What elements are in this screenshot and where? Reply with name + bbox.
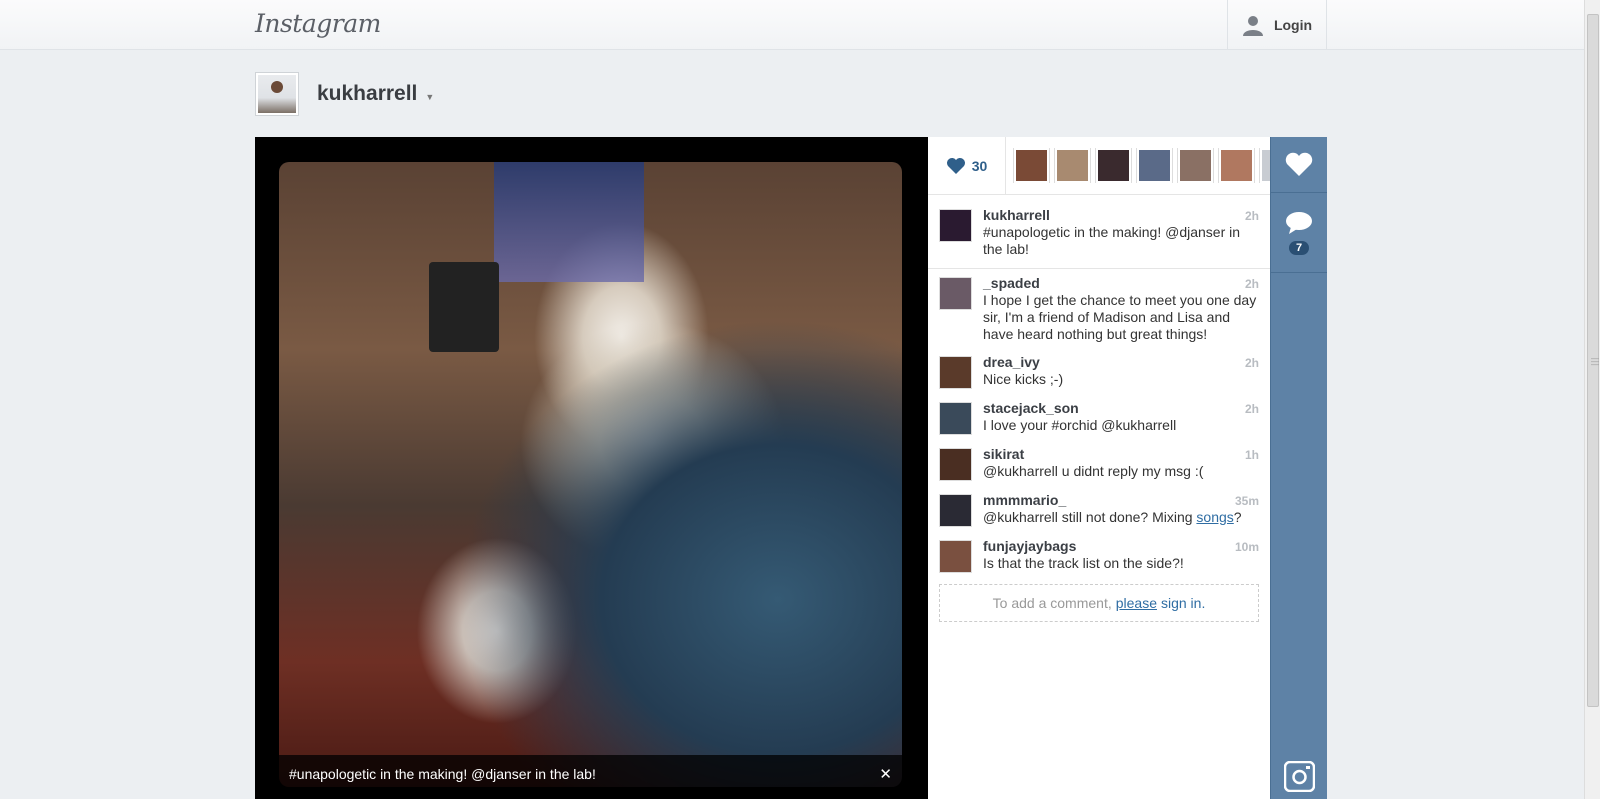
liker-avatar[interactable]	[1219, 148, 1254, 183]
photo-panel: #unapologetic in the making! @djanser in…	[255, 137, 928, 799]
comments-panel: 30 kukharrell 2h #unapologetic in the ma…	[928, 136, 1270, 799]
comment-text: I love your #orchid @kukharrell	[983, 417, 1177, 433]
likes-number: 30	[971, 157, 988, 174]
person-icon	[1242, 16, 1263, 36]
add-comment-box: To add a comment, please sign in.	[939, 584, 1259, 622]
photo-caption-bar: #unapologetic in the making! @djanser in…	[279, 755, 902, 793]
avatar[interactable]	[939, 209, 972, 242]
comment-username[interactable]: drea_ivy	[983, 354, 1040, 370]
top-header: Instagram Login	[0, 0, 1584, 50]
profile-username[interactable]: kukharrell	[317, 82, 417, 106]
comment-username[interactable]: funjayjaybags	[983, 538, 1076, 554]
list-item: funjayjaybags 10m Is that the track list…	[939, 538, 1259, 573]
comment-text: I hope I get the chance to meet you one …	[983, 292, 1257, 342]
songs-link[interactable]: songs	[1196, 509, 1233, 525]
dropdown-caret-icon[interactable]: ▼	[425, 92, 434, 102]
comments-list: _spaded 2h I hope I get the chance to me…	[928, 269, 1270, 573]
liker-avatar[interactable]	[1137, 148, 1172, 183]
list-item: drea_ivy 2h Nice kicks ;-)	[939, 354, 1259, 389]
please-link[interactable]: please	[1116, 595, 1157, 611]
comment-username[interactable]: kukharrell	[983, 207, 1050, 223]
list-item: _spaded 2h I hope I get the chance to me…	[939, 275, 1259, 343]
profile-avatar[interactable]	[255, 72, 299, 116]
likers-list	[1006, 148, 1270, 183]
comment-text-part: @kukharrell still not done? Mixing	[983, 509, 1197, 525]
photo-caption: #unapologetic in the making! @djanser in…	[289, 766, 596, 782]
comment-username[interactable]: _spaded	[983, 275, 1040, 291]
profile-row: kukharrell ▼	[255, 72, 434, 116]
comment-time: 2h	[1244, 356, 1259, 370]
comment-time: 2h	[1244, 277, 1259, 291]
close-icon[interactable]: ✕	[879, 765, 892, 783]
comment-username[interactable]: sikirat	[983, 446, 1024, 462]
login-button[interactable]: Login	[1227, 0, 1327, 50]
comment-time: 2h	[1244, 209, 1259, 223]
avatar[interactable]	[939, 494, 972, 527]
login-label: Login	[1273, 17, 1313, 33]
likes-row: 30	[928, 136, 1270, 195]
avatar[interactable]	[939, 356, 972, 389]
liker-avatar[interactable]	[1260, 148, 1270, 183]
comment-time: 2h	[1244, 402, 1259, 416]
comment-time: 10m	[1234, 540, 1259, 554]
comment-time: 35m	[1234, 494, 1259, 508]
avatar[interactable]	[939, 277, 972, 310]
liker-avatar[interactable]	[1014, 148, 1049, 183]
list-item: stacejack_son 2h I love your #orchid @ku…	[939, 400, 1259, 435]
list-item: sikirat 1h @kukharrell u didnt reply my …	[939, 446, 1259, 481]
scroll-grip-icon: — — —	[1591, 354, 1599, 369]
scrollbar[interactable]: — — —	[1584, 0, 1600, 799]
liker-avatar[interactable]	[1096, 148, 1131, 183]
caption-comment: kukharrell 2h #unapologetic in the makin…	[928, 195, 1270, 269]
comment-text: #unapologetic in the making! @djanser in…	[983, 224, 1241, 257]
speech-bubble-icon	[1286, 211, 1312, 234]
main-photo	[279, 162, 902, 787]
comment-text: Is that the track list on the side?!	[983, 555, 1184, 571]
heart-icon	[1285, 152, 1313, 176]
add-comment-prefix: To add a comment,	[992, 595, 1112, 611]
comment-username[interactable]: mmmmario_	[983, 492, 1066, 508]
comment-text: @kukharrell still not done? Mixing songs…	[983, 509, 1259, 526]
sign-in-link[interactable]: sign in.	[1161, 595, 1205, 611]
action-sidebar: 7	[1270, 137, 1327, 799]
liker-avatar[interactable]	[1055, 148, 1090, 183]
like-button[interactable]	[1271, 137, 1327, 193]
comment-count-badge: 7	[1288, 240, 1310, 255]
comment-text: Nice kicks ;-)	[983, 371, 1064, 387]
comment-text: @kukharrell u didnt reply my msg :(	[983, 463, 1204, 479]
comment-time: 1h	[1244, 448, 1259, 462]
avatar[interactable]	[939, 448, 972, 481]
comment-button[interactable]: 7	[1271, 193, 1327, 273]
scroll-thumb[interactable]: — — —	[1587, 14, 1599, 707]
likes-count[interactable]: 30	[928, 136, 1006, 195]
list-item: mmmmario_ 35m @kukharrell still not done…	[939, 492, 1259, 527]
camera-icon[interactable]	[1284, 761, 1315, 792]
comment-text-part: ?	[1233, 509, 1242, 525]
heart-icon	[946, 157, 965, 174]
liker-avatar[interactable]	[1178, 148, 1213, 183]
avatar[interactable]	[939, 540, 972, 573]
instagram-logo[interactable]: Instagram	[255, 9, 381, 38]
comment-username[interactable]: stacejack_son	[983, 400, 1079, 416]
avatar[interactable]	[939, 402, 972, 435]
